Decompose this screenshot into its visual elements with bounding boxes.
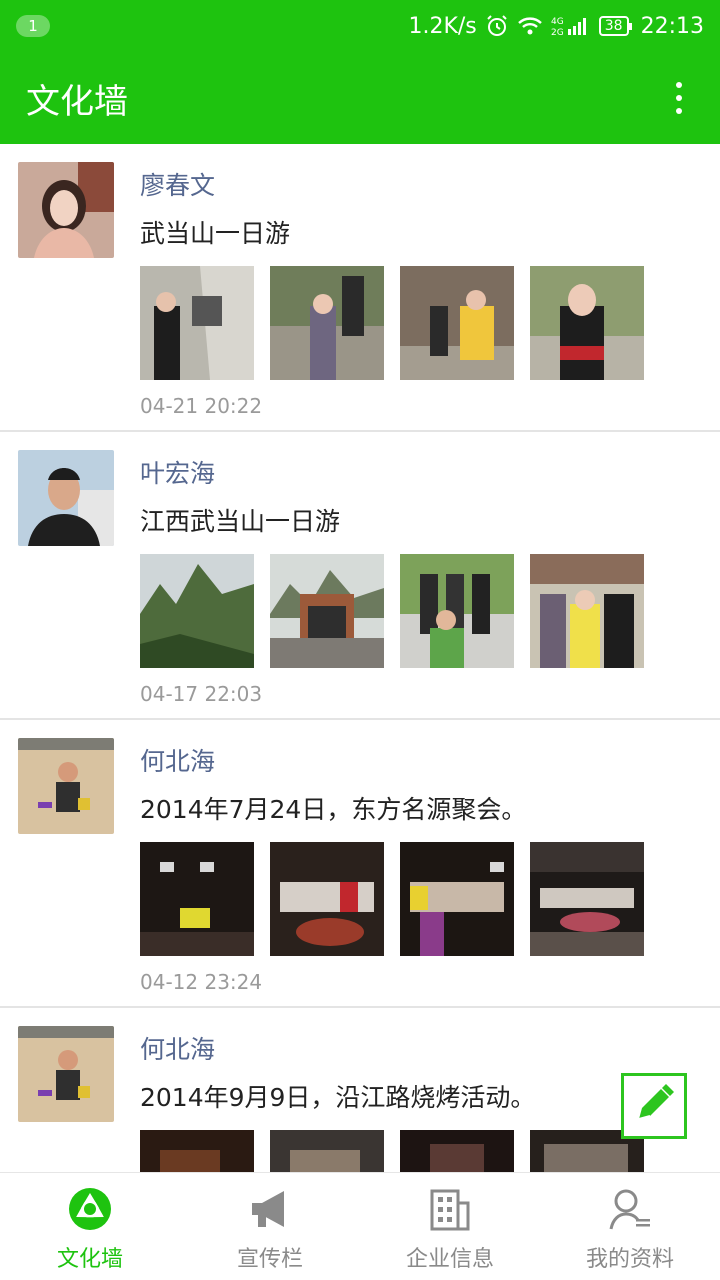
post-photo[interactable] xyxy=(530,266,644,380)
tab-company-info[interactable]: 企业信息 xyxy=(360,1173,540,1280)
post-timestamp: 04-21 20:22 xyxy=(140,394,263,418)
app-bar: 文化墙 xyxy=(0,52,720,144)
user-profile-icon xyxy=(608,1187,652,1235)
avatar[interactable] xyxy=(18,738,114,834)
post-photo[interactable] xyxy=(140,842,254,956)
avatar[interactable] xyxy=(18,162,114,258)
post-photo[interactable] xyxy=(400,554,514,668)
post-photo[interactable] xyxy=(400,1130,514,1172)
clock: 22:13 xyxy=(640,13,704,39)
post-text: 2014年7月24日，东方名源聚会。 xyxy=(140,795,527,824)
tab-my-profile[interactable]: 我的资料 xyxy=(540,1173,720,1280)
post-item: 廖春文 武当山一日游 04-21 20:22 xyxy=(0,144,720,432)
photo-grid xyxy=(140,1130,644,1172)
tab-culture-wall[interactable]: 文化墙 xyxy=(0,1173,180,1280)
post-timestamp: 04-12 23:24 xyxy=(140,970,263,994)
building-icon xyxy=(428,1187,472,1235)
post-photo[interactable] xyxy=(270,1130,384,1172)
post-timestamp: 04-17 22:03 xyxy=(140,682,263,706)
status-bar: 1 1.2K/s 4G 2G 38 22:13 xyxy=(0,0,720,52)
post-photo[interactable] xyxy=(270,554,384,668)
tab-label: 企业信息 xyxy=(405,1247,494,1272)
compose-post-button[interactable] xyxy=(621,1073,687,1139)
page-title: 文化墙 xyxy=(26,81,128,122)
post-text: 武当山一日游 xyxy=(140,219,291,248)
post-author[interactable]: 廖春文 xyxy=(140,166,215,202)
tab-label: 宣传栏 xyxy=(236,1247,303,1272)
post-photo[interactable] xyxy=(270,842,384,956)
signal-label-4g: 4G xyxy=(551,17,564,27)
cell-signal-icon: 4G 2G xyxy=(551,15,591,37)
post-photo[interactable] xyxy=(530,554,644,668)
avatar[interactable] xyxy=(18,450,114,546)
more-dot-icon xyxy=(676,82,682,88)
photo-grid xyxy=(140,554,644,668)
post-item: 叶宏海 江西武当山一日游 04-17 22:03 xyxy=(0,432,720,720)
edit-pencil-icon xyxy=(631,1081,677,1131)
post-photo[interactable] xyxy=(140,266,254,380)
photo-grid xyxy=(140,842,644,956)
megaphone-icon xyxy=(246,1187,294,1235)
post-item: 何北海 2014年7月24日，东方名源聚会。 04-12 23:24 xyxy=(0,720,720,1008)
aperture-icon xyxy=(68,1187,112,1235)
tab-label: 我的资料 xyxy=(585,1247,674,1272)
post-photo[interactable] xyxy=(400,842,514,956)
battery-indicator: 38 xyxy=(598,16,632,36)
bottom-tab-bar: 文化墙 宣传栏 企业信息 我的资料 xyxy=(0,1172,720,1280)
post-author[interactable]: 叶宏海 xyxy=(140,454,215,490)
notification-badge: 1 xyxy=(16,15,50,37)
post-author[interactable]: 何北海 xyxy=(140,1030,215,1066)
tab-bulletin[interactable]: 宣传栏 xyxy=(180,1173,360,1280)
more-options-button[interactable] xyxy=(664,73,694,123)
post-photo[interactable] xyxy=(530,842,644,956)
wifi-icon xyxy=(517,15,543,37)
net-speed: 1.2K/s xyxy=(408,13,477,39)
post-text: 2014年9月9日，沿江路烧烤活动。 xyxy=(140,1083,536,1112)
post-photo[interactable] xyxy=(140,554,254,668)
more-dot-icon xyxy=(676,95,682,101)
post-photo[interactable] xyxy=(400,266,514,380)
signal-label-2g: 2G xyxy=(551,28,564,37)
avatar[interactable] xyxy=(18,1026,114,1122)
more-dot-icon xyxy=(676,108,682,114)
alarm-icon xyxy=(485,14,509,38)
post-photo[interactable] xyxy=(270,266,384,380)
post-text: 江西武当山一日游 xyxy=(140,507,341,536)
post-photo[interactable] xyxy=(140,1130,254,1172)
post-item: 何北海 2014年9月9日，沿江路烧烤活动。 xyxy=(0,1008,720,1172)
tab-label: 文化墙 xyxy=(56,1247,123,1272)
culture-wall-feed[interactable]: 廖春文 武当山一日游 04-21 20:22 叶宏海 江西武当山一日游 04-1… xyxy=(0,144,720,1172)
photo-grid xyxy=(140,266,644,380)
post-author[interactable]: 何北海 xyxy=(140,742,215,778)
